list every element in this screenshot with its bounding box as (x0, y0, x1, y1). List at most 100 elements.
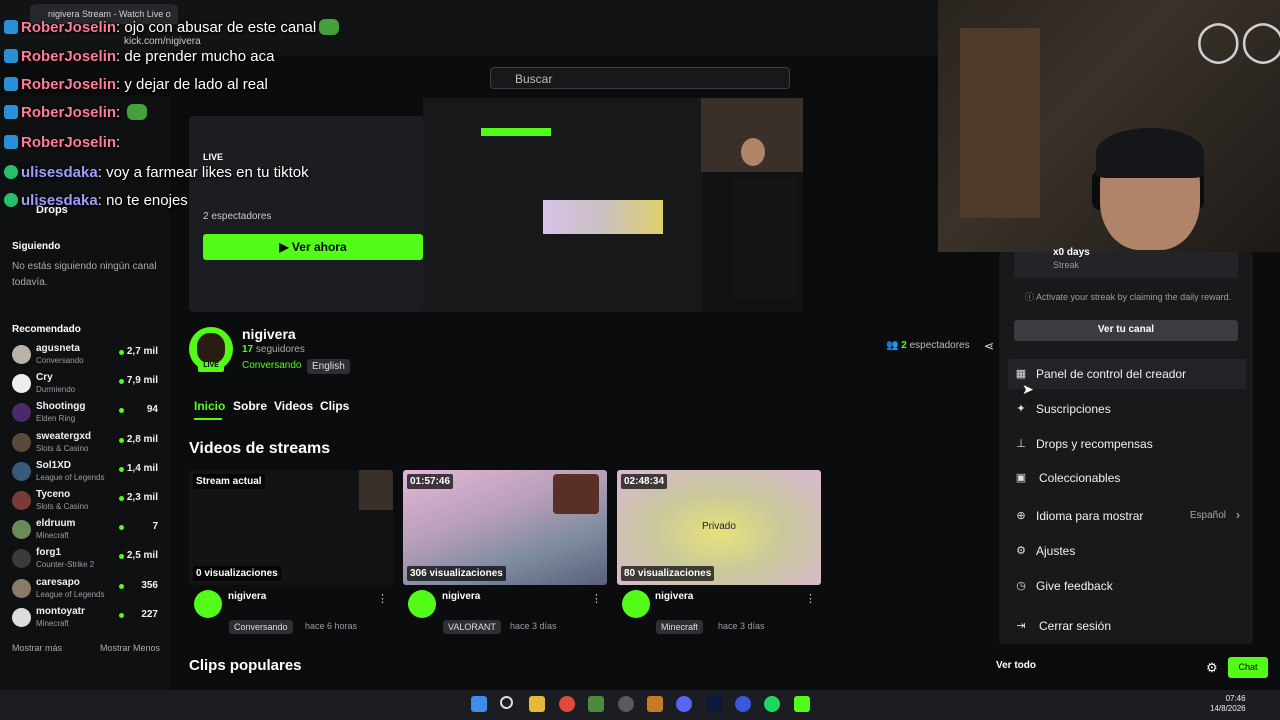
sidebar-channel-item[interactable]: Tyceno Slots & Casino 2,3 mil (12, 488, 162, 516)
kick-icon[interactable] (794, 696, 810, 712)
sidebar-channel-item[interactable]: agusneta Conversando 2,7 mil (12, 342, 162, 370)
video-card[interactable]: 02:48:34 Privado 80 visualizaciones (617, 470, 821, 585)
channel-avatar (12, 345, 31, 364)
video-channel-avatar[interactable] (622, 590, 650, 618)
more-options-icon[interactable]: ⋮ (377, 592, 388, 605)
video-card[interactable]: 01:57:46 306 visualizaciones (403, 470, 607, 585)
streamer-cap (1096, 128, 1204, 178)
watch-now-button[interactable]: ▶ Ver ahora (203, 234, 423, 260)
chat-message: RoberJoselin: y dejar de lado al real (4, 76, 268, 93)
dashboard-icon: ▦ (1015, 368, 1027, 380)
sidebar-channel-item[interactable]: caresapo League of Legends 356 (12, 576, 162, 604)
live-dot-icon (119, 467, 124, 472)
chat-text: ojo con abusar de este canal (124, 19, 317, 36)
chrome-icon[interactable] (559, 696, 575, 712)
chat-text: de prender mucho aca (124, 48, 275, 65)
sidebar-channel-item[interactable]: montoyatr Minecraft 227 (12, 605, 162, 633)
video-card[interactable]: Stream actual 0 visualizaciones (189, 470, 393, 585)
show-less-link[interactable]: Mostrar Menos (100, 640, 160, 656)
channel-live-badge: LIVE (198, 362, 224, 372)
frog-emote-icon (127, 104, 148, 120)
chat-button[interactable]: Chat (1228, 657, 1268, 678)
folder-icon[interactable] (529, 696, 545, 712)
video-category-tag[interactable]: VALORANT (443, 620, 501, 634)
tab-videos[interactable]: Videos (274, 399, 313, 413)
sidebar-channel-item[interactable]: Cry Durmiendo 7,9 mil (12, 371, 162, 399)
more-options-icon[interactable]: ⋮ (805, 592, 816, 605)
search-input[interactable]: Buscar (490, 67, 790, 89)
menu-label: Give feedback (1036, 579, 1113, 593)
menu-item-subscriptions[interactable]: ✦ Suscripciones (1008, 394, 1246, 424)
channel-avatar (12, 549, 31, 568)
menu-label: Coleccionables (1039, 471, 1121, 485)
chat-text: no te enojes (106, 192, 188, 209)
hero-viewers: 2 espectadores (203, 211, 272, 222)
live-dot-icon (119, 379, 124, 384)
channel-viewers: 2,5 mil (126, 550, 158, 561)
video-category-tag[interactable]: Conversando (229, 620, 293, 634)
sidebar-channel-item[interactable]: forg1 Counter-Strike 2 2,5 mil (12, 546, 162, 574)
verified-badge-icon (4, 165, 18, 179)
video-channel-avatar[interactable] (408, 590, 436, 618)
system-clock[interactable]: 07:46 14/8/2026 (1210, 694, 1246, 714)
share-icon[interactable]: ⋖ (984, 339, 994, 353)
viewers-icon: 👥 (886, 340, 899, 351)
menu-item-logout[interactable]: ⇥ Cerrar sesión (1008, 611, 1246, 641)
menu-item-creator-panel[interactable]: ▦ Panel de control del creador (1008, 359, 1246, 389)
menu-label: Drops y recompensas (1036, 437, 1153, 451)
channel-category: Slots & Casino (36, 502, 89, 511)
video-badge: Stream actual (193, 474, 265, 489)
app-icon[interactable] (735, 696, 751, 712)
video-channel-name[interactable]: nigivera (228, 591, 266, 602)
video-channel-name[interactable]: nigivera (442, 591, 480, 602)
menu-item-collectibles[interactable]: ▣ Coleccionables (1008, 463, 1246, 493)
menu-item-settings[interactable]: ⚙ Ajustes (1008, 536, 1246, 566)
view-channel-button[interactable]: Ver tu canal (1014, 320, 1238, 341)
sidebar-channel-item[interactable]: Sol1XD League of Legends 1,4 mil (12, 459, 162, 487)
video-views: 80 visualizaciones (621, 566, 715, 581)
channel-viewers: 2,8 mil (126, 434, 158, 445)
show-more-link[interactable]: Mostrar más (12, 640, 62, 656)
channel-name: sweatergxd (36, 431, 92, 442)
tab-clips[interactable]: Clips (320, 399, 349, 413)
windows-start-icon[interactable] (471, 696, 487, 712)
video-category-tag[interactable]: Minecraft (656, 620, 704, 634)
sidebar-channel-item[interactable]: Shootingg Elden Ring 94 (12, 400, 162, 428)
chat-text: y dejar de lado al real (124, 76, 268, 93)
search-icon[interactable] (500, 696, 513, 709)
chat-message: ulisesdaka: no te enojes (4, 192, 188, 209)
menu-item-feedback[interactable]: ◷ Give feedback (1008, 571, 1246, 601)
minecraft-icon[interactable] (588, 696, 604, 712)
spotify-icon[interactable] (764, 696, 780, 712)
stream-preview[interactable] (423, 98, 803, 312)
menu-label: Panel de control del creador (1036, 367, 1187, 381)
photoshop-icon[interactable] (706, 696, 722, 712)
chat-username: RoberJoselin (21, 48, 117, 65)
channel-avatar (12, 608, 31, 627)
sidebar-channel-item[interactable]: eldruum Minecraft 7 (12, 517, 162, 545)
verified-badge-icon (4, 193, 18, 207)
menu-item-drops[interactable]: ⊥ Drops y recompensas (1008, 429, 1246, 459)
video-channel-avatar[interactable] (194, 590, 222, 618)
tab-inicio[interactable]: Inicio (194, 399, 225, 413)
app-icon[interactable] (618, 696, 634, 712)
more-options-icon[interactable]: ⋮ (591, 592, 602, 605)
menu-item-language[interactable]: ⊕ Idioma para mostrar Español › (1008, 501, 1246, 531)
chat-message: RoberJoselin: (4, 134, 120, 151)
streak-info: ⓘ Activate your streak by claiming the d… (1025, 290, 1231, 303)
live-dot-icon (119, 554, 124, 559)
channel-name: Shootingg (36, 401, 86, 412)
discord-icon[interactable] (676, 696, 692, 712)
channel-category[interactable]: Conversando (242, 360, 301, 371)
chat-colon: : (97, 192, 107, 209)
channel-viewers: 94 (146, 404, 158, 415)
see-all-link[interactable]: Ver todo (996, 660, 1036, 671)
sidebar-channel-item[interactable]: sweatergxd Slots & Casino 2,8 mil (12, 430, 162, 458)
url-bar[interactable]: kick.com/nigivera (124, 36, 201, 47)
gear-icon[interactable]: ⚙ (1206, 660, 1218, 676)
tab-sobre[interactable]: Sobre (233, 399, 267, 413)
channel-viewers: 2,3 mil (126, 492, 158, 503)
video-channel-name[interactable]: nigivera (655, 591, 693, 602)
channel-language-tag[interactable]: English (307, 359, 350, 374)
app-icon[interactable] (647, 696, 663, 712)
